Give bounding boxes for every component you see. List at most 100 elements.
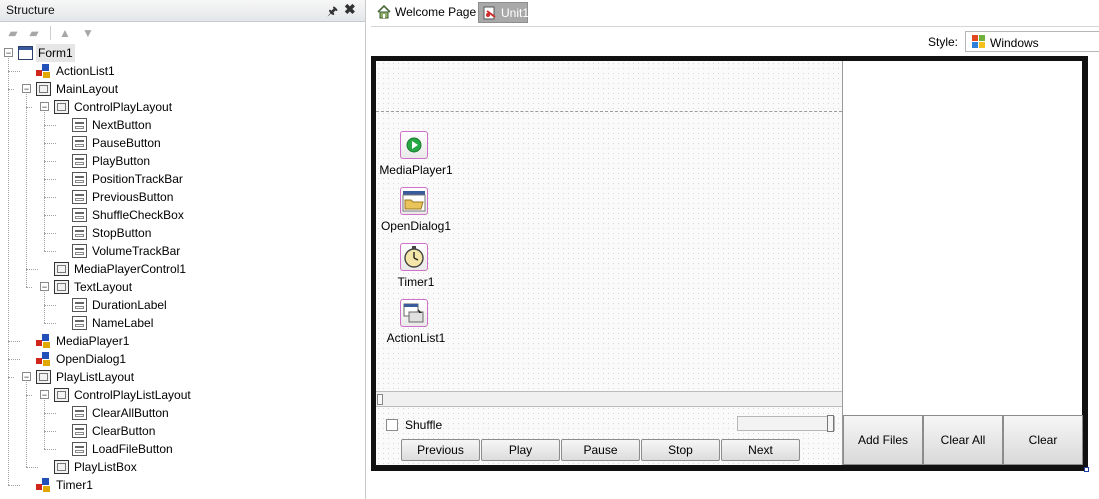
play-button[interactable]: Play	[481, 439, 560, 461]
tree-connector	[44, 323, 56, 324]
collapse-icon[interactable]: −	[40, 390, 49, 400]
tree-node-label: DurationLabel	[92, 298, 167, 312]
control-icon	[72, 118, 87, 132]
tree-node[interactable]: NextButton	[0, 116, 365, 134]
collapse-icon[interactable]: −	[22, 84, 31, 94]
tree-connector	[44, 179, 56, 180]
form-designer[interactable]: MediaPlayer1 OpenDialog1 Timer1 ActionLi…	[371, 56, 1089, 472]
component-icon	[36, 478, 51, 492]
collapse-icon[interactable]: −	[40, 102, 49, 112]
tree-connector	[8, 485, 20, 486]
component-label: Timer1	[397, 275, 435, 289]
tree-node[interactable]: LoadFileButton	[0, 440, 365, 458]
collapse-icon[interactable]: −	[4, 48, 13, 58]
tree-node[interactable]: StopButton	[0, 224, 365, 242]
tree-node-label: PreviousButton	[92, 190, 174, 204]
text-layout[interactable]	[376, 61, 842, 112]
layout-icon	[54, 460, 69, 474]
tree-node-label: ActionList1	[56, 64, 115, 78]
unit-file-icon	[483, 6, 496, 20]
collapse-icon[interactable]: −	[40, 282, 49, 292]
pause-button[interactable]: Pause	[561, 439, 640, 461]
arrow-down-icon[interactable]: ▼	[79, 25, 97, 41]
tree-node[interactable]: − MainLayout	[0, 80, 365, 98]
volume-trackbar-thumb[interactable]	[827, 415, 834, 432]
layout-icon	[36, 82, 51, 96]
layout-icon	[54, 280, 69, 294]
tree-connector	[44, 215, 56, 216]
tree-node[interactable]: MediaPlayerControl1	[0, 260, 365, 278]
main-layout[interactable]: MediaPlayer1 OpenDialog1 Timer1 ActionLi…	[376, 61, 842, 465]
control-icon	[72, 406, 87, 420]
style-bar: Style: Windows	[371, 26, 1099, 55]
tab-unit1[interactable]: Unit1	[478, 2, 530, 23]
tree-connector	[44, 251, 56, 252]
toolbar-separator	[50, 26, 51, 40]
resize-handle[interactable]	[1084, 467, 1089, 472]
next-button[interactable]: Next	[721, 439, 800, 461]
position-trackbar[interactable]	[376, 391, 842, 407]
tree-node[interactable]: ShuffleCheckBox	[0, 206, 365, 224]
tree-node-label: PositionTrackBar	[92, 172, 183, 186]
tree-connector	[44, 233, 56, 234]
tree-node-label: Form1	[36, 44, 75, 62]
clear-all-button[interactable]: Clear All	[923, 415, 1003, 465]
tree-connector	[44, 305, 56, 306]
layout-icon	[54, 100, 69, 114]
pin-icon[interactable]: 🖈	[327, 2, 338, 23]
volume-trackbar[interactable]	[737, 415, 835, 432]
open-dialog-icon	[400, 187, 428, 215]
home-icon	[377, 5, 391, 19]
layout-icon	[36, 370, 51, 384]
folder-remove-icon[interactable]: ▰	[25, 25, 43, 41]
tree-connector	[44, 125, 56, 126]
tree-node[interactable]: − PlayListLayout	[0, 368, 365, 386]
shuffle-checkbox-box[interactable]	[386, 419, 398, 431]
tree-node[interactable]: NameLabel	[0, 314, 365, 332]
tab-welcome-page[interactable]: Welcome Page	[374, 2, 478, 23]
previous-button[interactable]: Previous	[401, 439, 480, 461]
tree-node[interactable]: − ControlPlayLayout	[0, 98, 365, 116]
folder-add-icon[interactable]: ▰	[4, 25, 22, 41]
stop-button[interactable]: Stop	[641, 439, 720, 461]
form-client-area: MediaPlayer1 OpenDialog1 Timer1 ActionLi…	[376, 61, 1083, 465]
tree-node[interactable]: ActionList1	[0, 62, 365, 80]
tree-node[interactable]: − TextLayout	[0, 278, 365, 296]
tree-connector	[26, 269, 38, 270]
close-icon[interactable]: ✖	[344, 1, 356, 18]
tree-connector	[26, 382, 27, 467]
structure-titlebar: Structure 🖈 ✖	[0, 0, 365, 22]
layout-icon	[54, 388, 69, 402]
position-trackbar-thumb[interactable]	[377, 394, 383, 405]
playlist-layout[interactable]: Add Files Clear All Clear	[842, 61, 1083, 465]
add-files-button[interactable]: Add Files	[843, 415, 923, 465]
style-select-value: Windows	[990, 36, 1039, 50]
control-icon	[72, 190, 87, 204]
tree-node[interactable]: PlayListBox	[0, 458, 365, 476]
timer-icon	[400, 243, 428, 271]
tree-node[interactable]: − Form1	[0, 44, 365, 62]
tree-node[interactable]: PositionTrackBar	[0, 170, 365, 188]
style-select[interactable]: Windows	[965, 31, 1099, 52]
tree-node[interactable]: ClearButton	[0, 422, 365, 440]
tree-node[interactable]: OpenDialog1	[0, 350, 365, 368]
style-label: Style:	[928, 35, 959, 49]
tree-node[interactable]: PlayButton	[0, 152, 365, 170]
tree-node-label: LoadFileButton	[92, 442, 173, 456]
collapse-icon[interactable]: −	[22, 372, 31, 382]
tree-node[interactable]: PreviousButton	[0, 188, 365, 206]
arrow-up-icon[interactable]: ▲	[56, 25, 74, 41]
tree-node[interactable]: PauseButton	[0, 134, 365, 152]
tree-node-label: OpenDialog1	[56, 352, 127, 366]
tree-node[interactable]: VolumeTrackBar	[0, 242, 365, 260]
tree-node[interactable]: DurationLabel	[0, 296, 365, 314]
component-label: MediaPlayer1	[379, 163, 453, 177]
structure-panel: Structure 🖈 ✖ ▰ ▰ ▲ ▼ − Form1 ActionList1 −…	[0, 0, 366, 499]
clear-button[interactable]: Clear	[1003, 415, 1083, 465]
tree-node[interactable]: MediaPlayer1	[0, 332, 365, 350]
tree-node[interactable]: − ControlPlayListLayout	[0, 386, 365, 404]
control-icon	[72, 208, 87, 222]
tree-node[interactable]: ClearAllButton	[0, 404, 365, 422]
tab-label: Unit1	[501, 6, 530, 20]
tree-node[interactable]: Timer1	[0, 476, 365, 494]
